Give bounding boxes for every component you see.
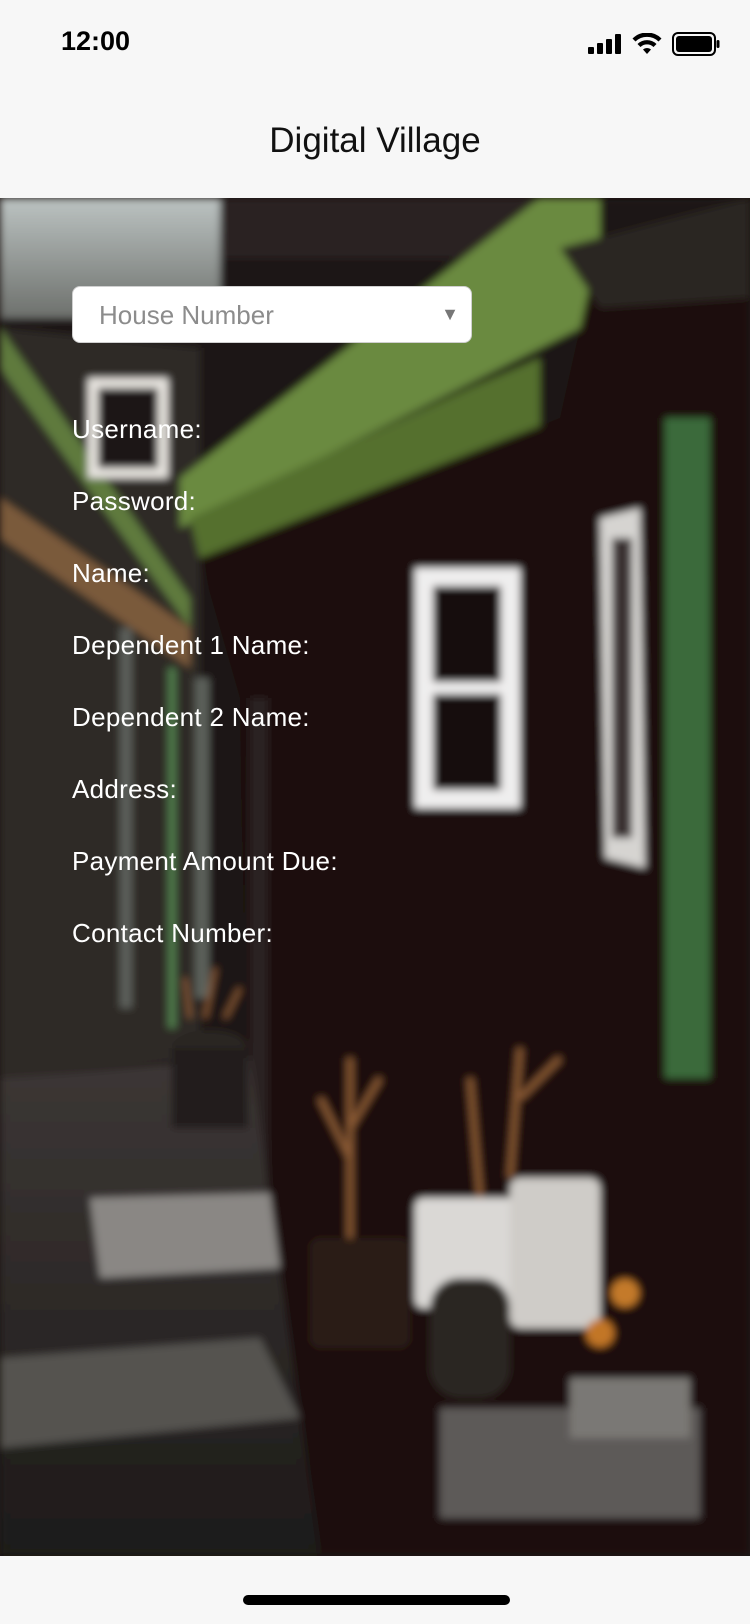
status-time: 12:00 — [61, 26, 131, 56]
battery-icon — [672, 32, 720, 56]
password-label: Password: — [72, 486, 197, 516]
payment-amount-due-label: Payment Amount Due: — [72, 846, 338, 876]
status-bar: 12:00 — [0, 0, 750, 88]
cellular-signal-icon — [588, 34, 621, 54]
home-indicator[interactable] — [243, 1595, 510, 1605]
dependent-1-name-label: Dependent 1 Name: — [72, 630, 310, 660]
contact-number-label: Contact Number: — [72, 918, 274, 948]
status-icons — [588, 30, 720, 58]
page-title: Digital Village — [269, 121, 481, 160]
navigation-bar: Digital Village — [0, 88, 750, 198]
house-number-placeholder: House Number — [99, 300, 274, 330]
username-label: Username: — [72, 414, 202, 444]
dependent-2-name-label: Dependent 2 Name: — [72, 702, 310, 732]
house-number-select[interactable]: House Number ▼ — [72, 286, 472, 343]
home-indicator-area — [0, 1556, 750, 1624]
wifi-icon — [632, 33, 662, 54]
village-background-image — [0, 198, 750, 1556]
chevron-down-icon: ▼ — [441, 304, 459, 324]
name-label: Name: — [72, 558, 151, 588]
address-label: Address: — [72, 774, 178, 804]
form-background: House Number ▼ Username: Password: Name:… — [0, 198, 750, 1556]
